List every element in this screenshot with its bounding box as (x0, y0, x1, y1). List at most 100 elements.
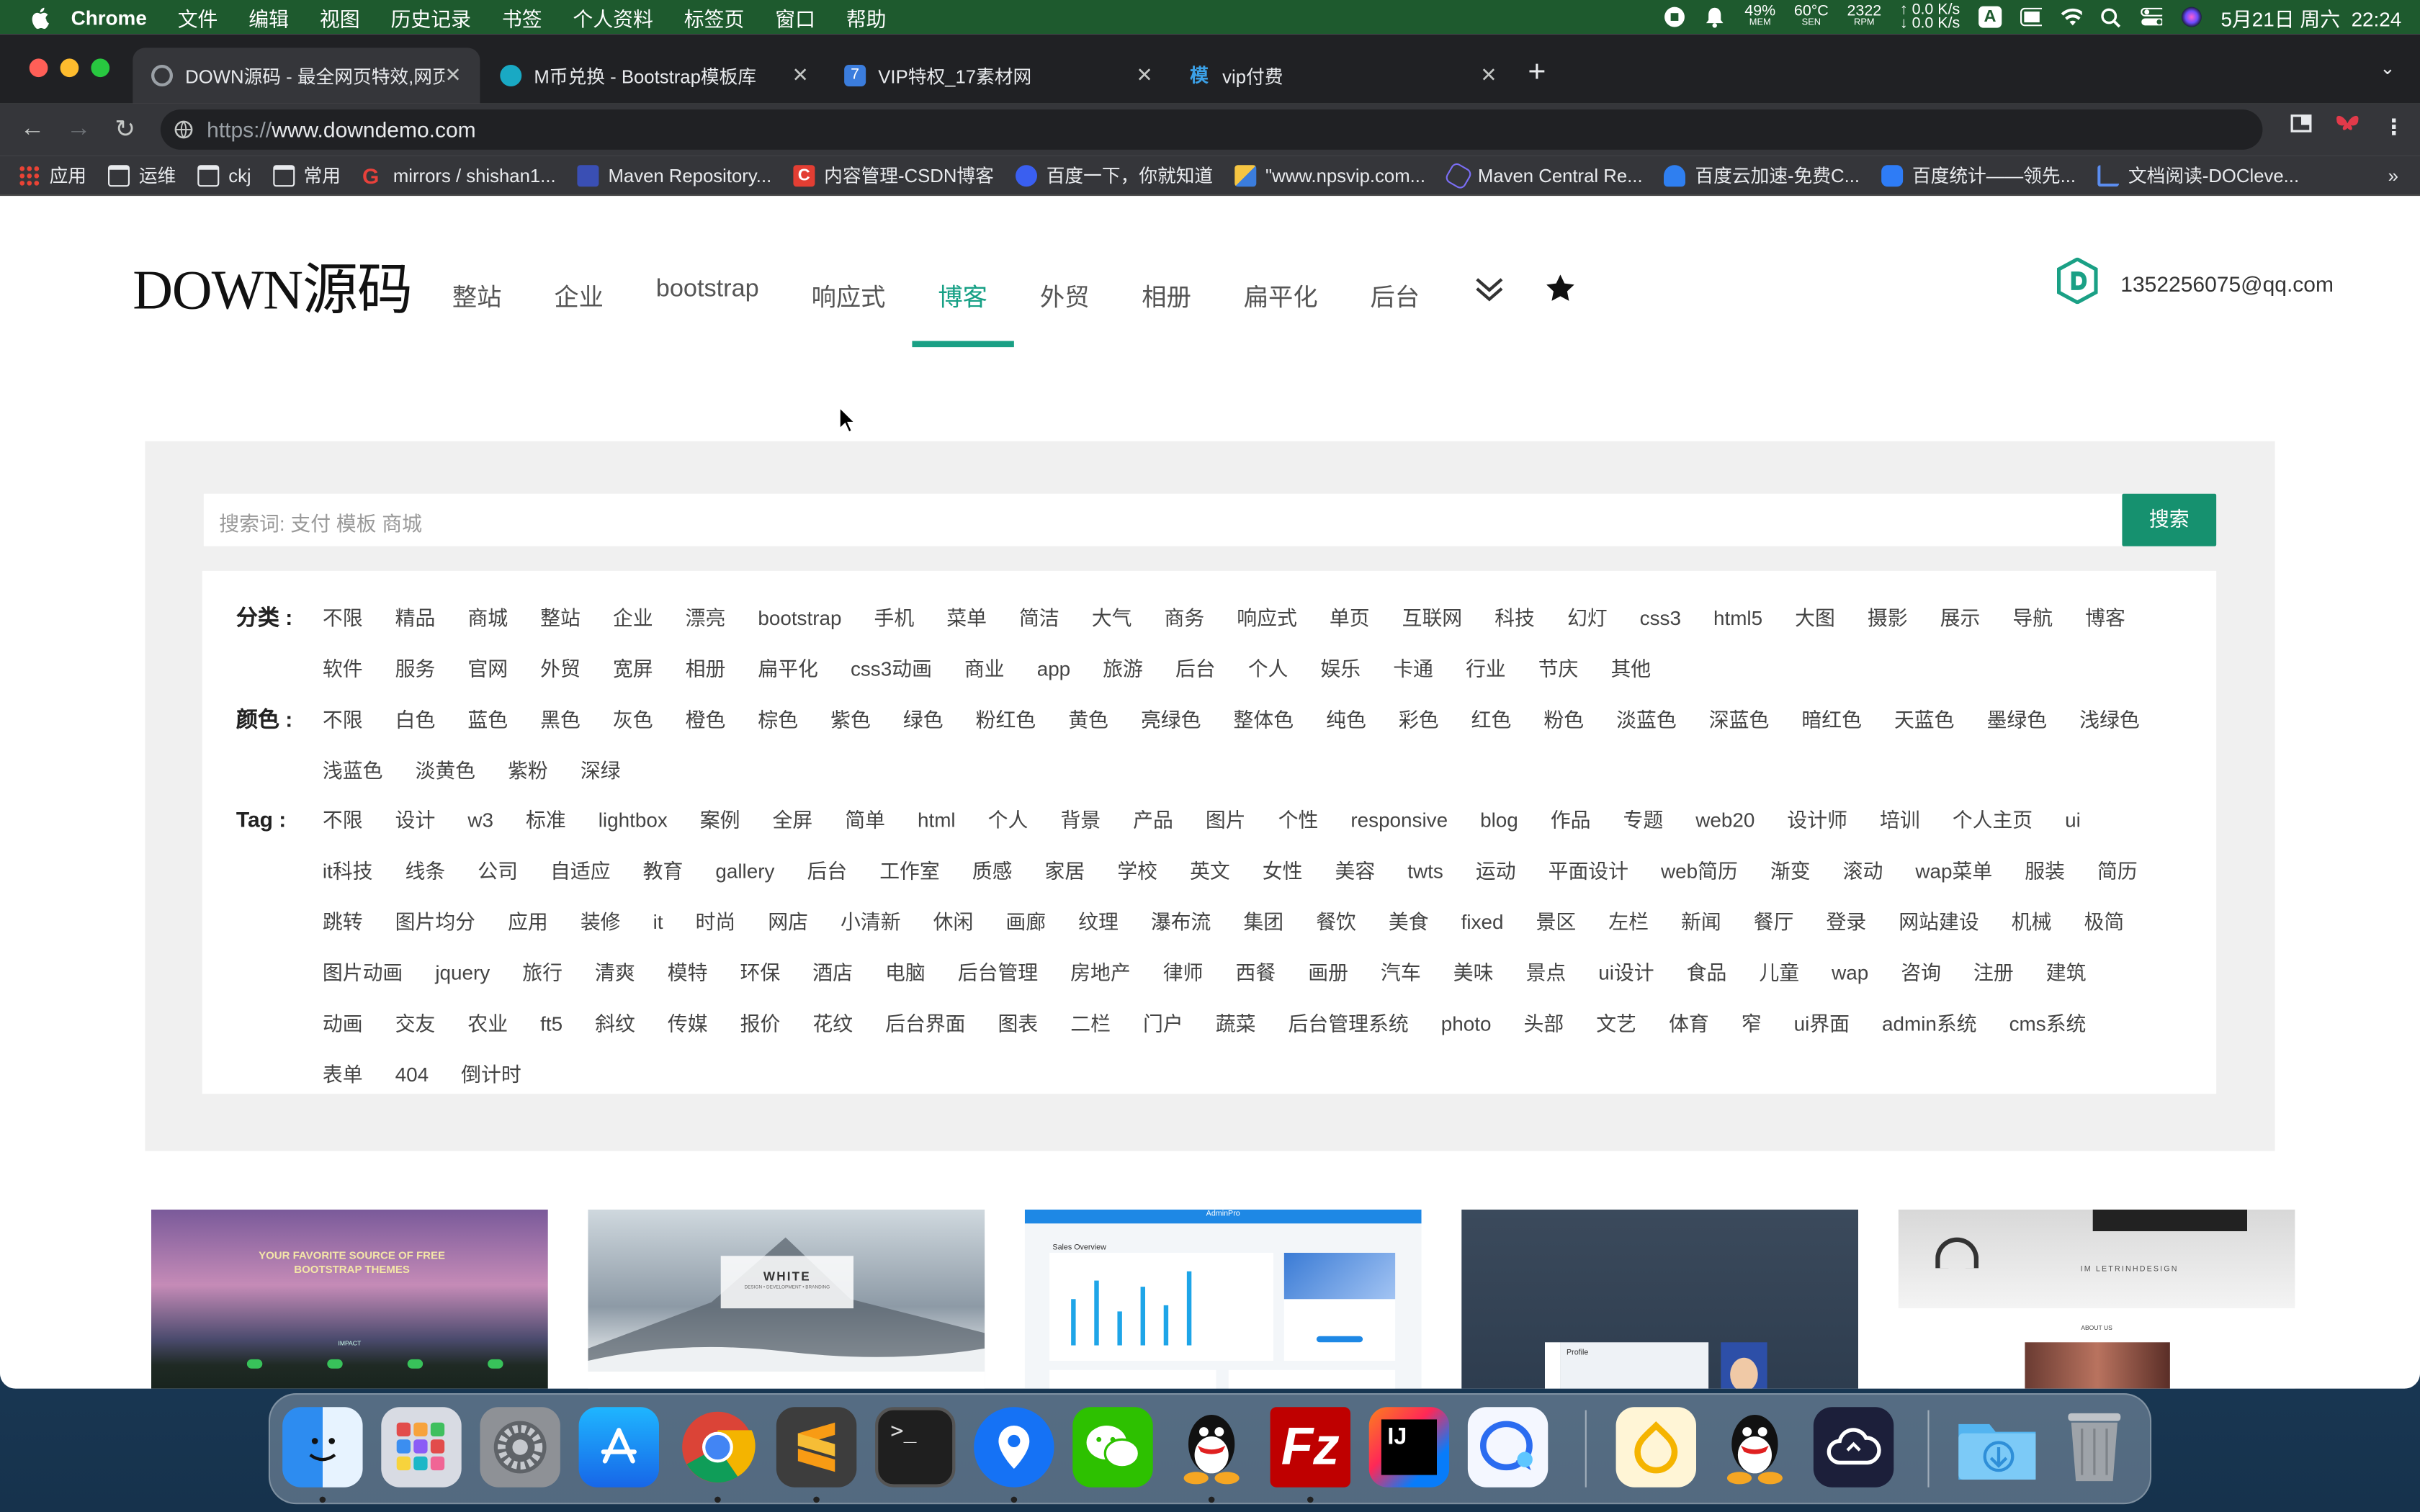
reload-icon[interactable]: ↻ (102, 114, 148, 145)
finder-icon[interactable] (282, 1407, 363, 1488)
filter-option-tag[interactable]: 景点 (1526, 948, 1599, 999)
filter-option-tag[interactable]: 时尚 (695, 896, 768, 948)
filter-option-tag[interactable]: ui界面 (1794, 998, 1882, 1049)
filter-option-tag[interactable]: 应用 (508, 896, 581, 948)
filter-option-tag[interactable]: fixed (1461, 896, 1536, 948)
apple-icon[interactable] (28, 6, 50, 28)
filter-option-color[interactable]: 绿色 (903, 694, 976, 745)
filter-option-category[interactable]: 软件 (323, 644, 395, 695)
filter-option-tag[interactable]: 图表 (998, 998, 1071, 1049)
temperature-stat[interactable]: 60°C SEN (1794, 4, 1829, 29)
bell-icon[interactable] (1705, 6, 1726, 28)
filter-option-color[interactable]: 粉色 (1543, 694, 1616, 745)
filter-option-tag[interactable]: 蔬菜 (1216, 998, 1289, 1049)
forward-arrow-icon[interactable]: → (55, 116, 102, 144)
terminal-icon[interactable]: >_ (875, 1407, 956, 1488)
nav-item-bootstrap[interactable]: bootstrap (629, 276, 785, 348)
filter-option-category[interactable]: 企业 (613, 593, 686, 644)
nav-item-responsive[interactable]: 响应式 (785, 276, 912, 348)
extension-butterfly-icon[interactable] (2334, 112, 2362, 142)
filter-option-tag[interactable]: 培训 (1880, 795, 1953, 846)
wifi-icon[interactable] (2061, 6, 2082, 28)
close-tab-icon[interactable]: ✕ (792, 63, 808, 88)
nav-item-flat[interactable]: 扁平化 (1217, 276, 1344, 348)
filter-option-category[interactable]: 商务 (1164, 593, 1237, 644)
filter-option-tag[interactable]: ft5 (540, 998, 595, 1049)
filter-option-category[interactable]: 节庆 (1538, 644, 1611, 695)
filter-option-category[interactable]: 其他 (1610, 644, 1683, 695)
zoom-window-button[interactable] (91, 58, 110, 78)
user-email[interactable]: 1352256075@qq.com (2120, 271, 2334, 295)
bookmark-docleve[interactable]: 文档阅读-DOCleve... (2097, 162, 2299, 188)
bookmark-npsvip[interactable]: "www.npsvip.com... (1234, 164, 1425, 186)
filter-option-tag[interactable]: responsive (1350, 795, 1480, 846)
menu-window[interactable]: 窗口 (775, 2, 815, 32)
template-card[interactable]: IM LETRINHDESIGN ABOUT US (1898, 1210, 2295, 1389)
filter-option-tag[interactable]: 新闻 (1681, 896, 1754, 948)
filter-option-tag[interactable]: 教育 (643, 845, 716, 896)
filter-option-tag[interactable]: 个人主页 (1953, 795, 2065, 846)
filter-option-tag[interactable]: it (653, 896, 696, 948)
bookmark-maven-repo[interactable]: Maven Repository... (577, 164, 771, 186)
filter-option-color[interactable]: 墨绿色 (1987, 694, 2080, 745)
filter-option-category[interactable]: 不限 (323, 593, 395, 644)
filter-option-tag[interactable]: 家居 (1045, 845, 1118, 896)
menu-help[interactable]: 帮助 (846, 2, 887, 32)
filter-option-tag[interactable]: 滚动 (1843, 845, 1916, 896)
menu-edit[interactable]: 编辑 (248, 2, 289, 32)
filter-option-color[interactable]: 紫色 (830, 694, 903, 745)
bookmark-mirrors[interactable]: Gmirrors / shishan1... (362, 164, 556, 186)
filter-option-tag[interactable]: 旅行 (522, 948, 595, 999)
site-logo[interactable]: DOWN源码 (133, 246, 413, 325)
close-tab-icon[interactable]: ✕ (1480, 63, 1497, 88)
orange-app-icon[interactable] (1615, 1407, 1696, 1488)
filter-option-tag[interactable]: 建筑 (2046, 948, 2119, 999)
filter-option-tag[interactable]: 汽车 (1381, 948, 1453, 999)
settings-icon[interactable] (480, 1407, 560, 1488)
clock-text[interactable]: 5月21日 周六 22:24 (2220, 2, 2401, 32)
filter-option-tag[interactable]: ui (2065, 795, 2113, 846)
filter-option-tag[interactable]: 登录 (1827, 896, 1899, 948)
memory-stat[interactable]: 49% MEM (1744, 4, 1775, 29)
filter-option-category[interactable]: 大气 (1092, 593, 1165, 644)
bookmark-maven-central[interactable]: Maven Central Re... (1443, 160, 1643, 190)
sublime-icon[interactable] (776, 1407, 857, 1488)
filter-option-color[interactable]: 黄色 (1068, 694, 1141, 745)
filter-option-category[interactable]: 摄影 (1868, 593, 1940, 644)
filter-option-tag[interactable]: 动画 (323, 998, 395, 1049)
filter-option-tag[interactable]: 个性 (1278, 795, 1351, 846)
filter-option-tag[interactable]: lightbox (599, 795, 700, 846)
filter-option-tag[interactable]: 工作室 (879, 845, 972, 896)
filter-option-tag[interactable]: 女性 (1263, 845, 1335, 896)
filter-option-tag[interactable]: 平面设计 (1549, 845, 1661, 896)
filter-option-tag[interactable]: 线条 (405, 845, 478, 896)
filter-option-tag[interactable]: 休闲 (933, 896, 1006, 948)
chat-bubble-icon[interactable] (1467, 1407, 1549, 1488)
wechat-icon[interactable] (1072, 1407, 1153, 1488)
filter-option-tag[interactable]: wap (1832, 948, 1901, 999)
filter-option-tag[interactable]: 环保 (740, 948, 812, 999)
user-account[interactable]: 1352256075@qq.com (2056, 257, 2334, 309)
filter-option-tag[interactable]: 表单 (323, 1049, 395, 1100)
filter-option-tag[interactable]: 倒计时 (461, 1049, 554, 1100)
close-window-button[interactable] (29, 58, 48, 78)
filter-option-category[interactable]: 后台 (1175, 644, 1248, 695)
filter-option-category[interactable]: bootstrap (758, 593, 874, 644)
menu-view[interactable]: 视图 (320, 2, 360, 32)
filter-option-category[interactable]: html5 (1713, 593, 1795, 644)
filter-option-tag[interactable]: 后台 (807, 845, 879, 896)
filter-option-tag[interactable]: 后台界面 (885, 998, 998, 1049)
filter-option-tag[interactable]: 房地产 (1070, 948, 1163, 999)
filter-option-tag[interactable]: wap菜单 (1915, 845, 2025, 896)
filter-option-category[interactable]: 幻灯 (1567, 593, 1640, 644)
nav-item-admin[interactable]: 后台 (1344, 276, 1446, 348)
menu-file[interactable]: 文件 (178, 2, 218, 32)
tab-vip-pay[interactable]: 模 vip付费 ✕ (1170, 48, 1515, 103)
filter-option-category[interactable]: 整站 (540, 593, 613, 644)
filter-option-tag[interactable]: 斜纹 (595, 998, 668, 1049)
filter-option-tag[interactable]: 个人 (988, 795, 1061, 846)
maps-pin-icon[interactable] (974, 1407, 1054, 1488)
filter-option-color[interactable]: 橙色 (686, 694, 758, 745)
filter-option-category[interactable]: 商城 (467, 593, 540, 644)
filter-option-tag[interactable]: 服装 (2025, 845, 2097, 896)
